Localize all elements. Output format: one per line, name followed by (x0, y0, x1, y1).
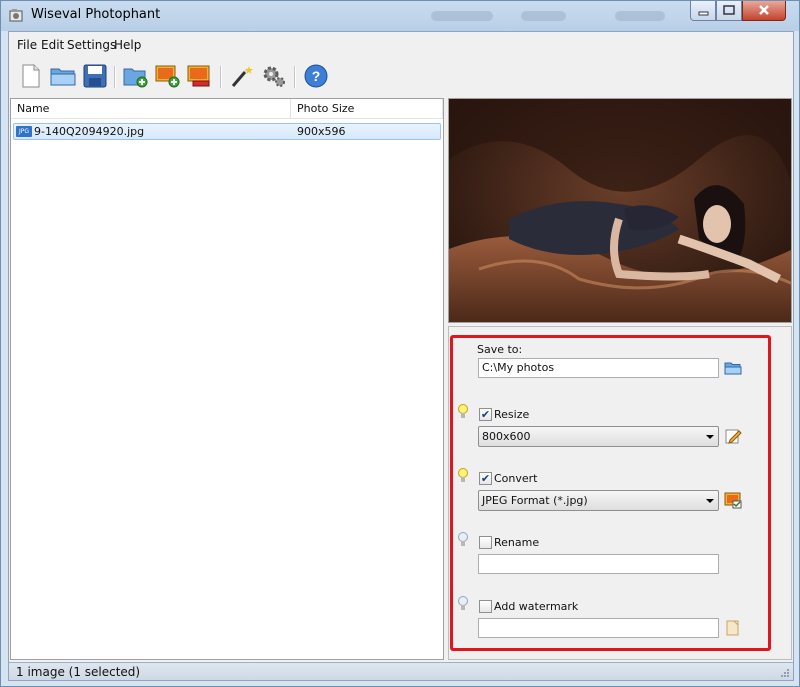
save-icon (83, 64, 107, 88)
new-button[interactable] (17, 62, 45, 90)
resize-checkbox[interactable]: ✔ (479, 408, 492, 421)
add-folder-button[interactable] (122, 62, 150, 90)
menu-bar: File Edit Settings Help (9, 32, 793, 58)
new-file-icon (22, 64, 40, 88)
maximize-icon (723, 5, 735, 15)
menu-file[interactable]: File (17, 38, 37, 52)
app-window: Wiseval Photophant File Edit Settings He… (0, 0, 800, 687)
rename-field[interactable] (478, 554, 719, 574)
minimize-button[interactable] (690, 1, 716, 21)
help-icon: ? (304, 64, 328, 88)
svg-text:?: ? (312, 68, 321, 84)
browse-folder-icon[interactable] (724, 359, 742, 377)
column-header-name[interactable]: Name (11, 99, 291, 119)
resize-label: Resize (494, 408, 530, 421)
gear-icon (263, 66, 285, 87)
open-button[interactable] (49, 62, 77, 90)
convert-checkbox[interactable]: ✔ (479, 472, 492, 485)
remove-image-button[interactable] (186, 62, 214, 90)
open-folder-icon (50, 68, 76, 86)
title-bar[interactable]: Wiseval Photophant (1, 1, 799, 31)
convert-label: Convert (494, 472, 538, 485)
format-options-icon[interactable] (724, 491, 742, 509)
blurred-text (615, 11, 665, 21)
chevron-down-icon (706, 435, 714, 439)
toolbar: ? (9, 58, 793, 96)
blurred-text (431, 11, 493, 21)
status-bar: 1 image (1 selected) (9, 662, 793, 680)
status-text: 1 image (1 selected) (16, 665, 141, 679)
convert-value: JPEG Format (*.jpg) (482, 494, 588, 507)
save-to-label: Save to: (477, 343, 523, 356)
rename-label: Rename (494, 536, 540, 549)
menu-edit[interactable]: Edit (41, 38, 64, 52)
watermark-label: Add watermark (494, 600, 579, 613)
watermark-checkbox[interactable] (479, 600, 492, 613)
image-preview (448, 98, 792, 323)
watermark-browse-icon[interactable] (724, 619, 742, 637)
save-to-field[interactable]: C:\My photos (478, 358, 719, 378)
close-button[interactable] (742, 1, 786, 21)
chevron-down-icon (706, 499, 714, 503)
magic-wand-icon (231, 66, 253, 87)
lightbulb-off-icon (458, 532, 468, 546)
lightbulb-on-icon (458, 468, 468, 482)
minimize-icon (698, 11, 709, 16)
edit-icon[interactable] (724, 427, 742, 445)
menu-help[interactable]: Help (114, 38, 141, 52)
resize-value: 800x600 (482, 430, 531, 443)
save-button[interactable] (81, 62, 109, 90)
blurred-text (521, 11, 566, 21)
maximize-button[interactable] (716, 1, 742, 21)
convert-dropdown[interactable]: JPEG Format (*.jpg) (478, 490, 719, 511)
preview-photo (449, 99, 791, 322)
help-button[interactable]: ? (302, 62, 330, 90)
settings-button[interactable] (260, 62, 288, 90)
window-title: Wiseval Photophant (31, 7, 161, 22)
photo-size: 900x596 (297, 125, 346, 138)
lightbulb-on-icon (458, 404, 468, 418)
toolbar-separator (220, 66, 222, 88)
add-folder-icon (123, 68, 148, 88)
resize-grip-icon[interactable] (780, 668, 790, 678)
column-header-photo-size[interactable]: Photo Size (291, 99, 443, 119)
file-name: 9-140Q2094920.jpg (34, 125, 145, 138)
toolbar-separator (294, 66, 296, 88)
close-icon (759, 5, 769, 15)
watermark-field[interactable] (478, 618, 719, 638)
add-images-button[interactable] (154, 62, 182, 90)
client-area: File Edit Settings Help ? Name Photo Siz… (8, 31, 794, 681)
rename-checkbox[interactable] (479, 536, 492, 549)
menu-settings[interactable]: Settings (67, 38, 116, 52)
remove-image-icon (187, 65, 210, 87)
jpg-file-icon: JPG (16, 126, 32, 137)
image-list[interactable]: Name Photo Size JPG 9-140Q2094920.jpg 90… (10, 98, 444, 660)
toolbar-separator (114, 66, 116, 88)
resize-dropdown[interactable]: 800x600 (478, 426, 719, 447)
magic-wand-button[interactable] (228, 62, 256, 90)
lightbulb-off-icon (458, 596, 468, 610)
app-icon (9, 9, 23, 22)
table-row[interactable]: JPG 9-140Q2094920.jpg 900x596 (13, 123, 441, 140)
add-images-icon (155, 65, 180, 88)
